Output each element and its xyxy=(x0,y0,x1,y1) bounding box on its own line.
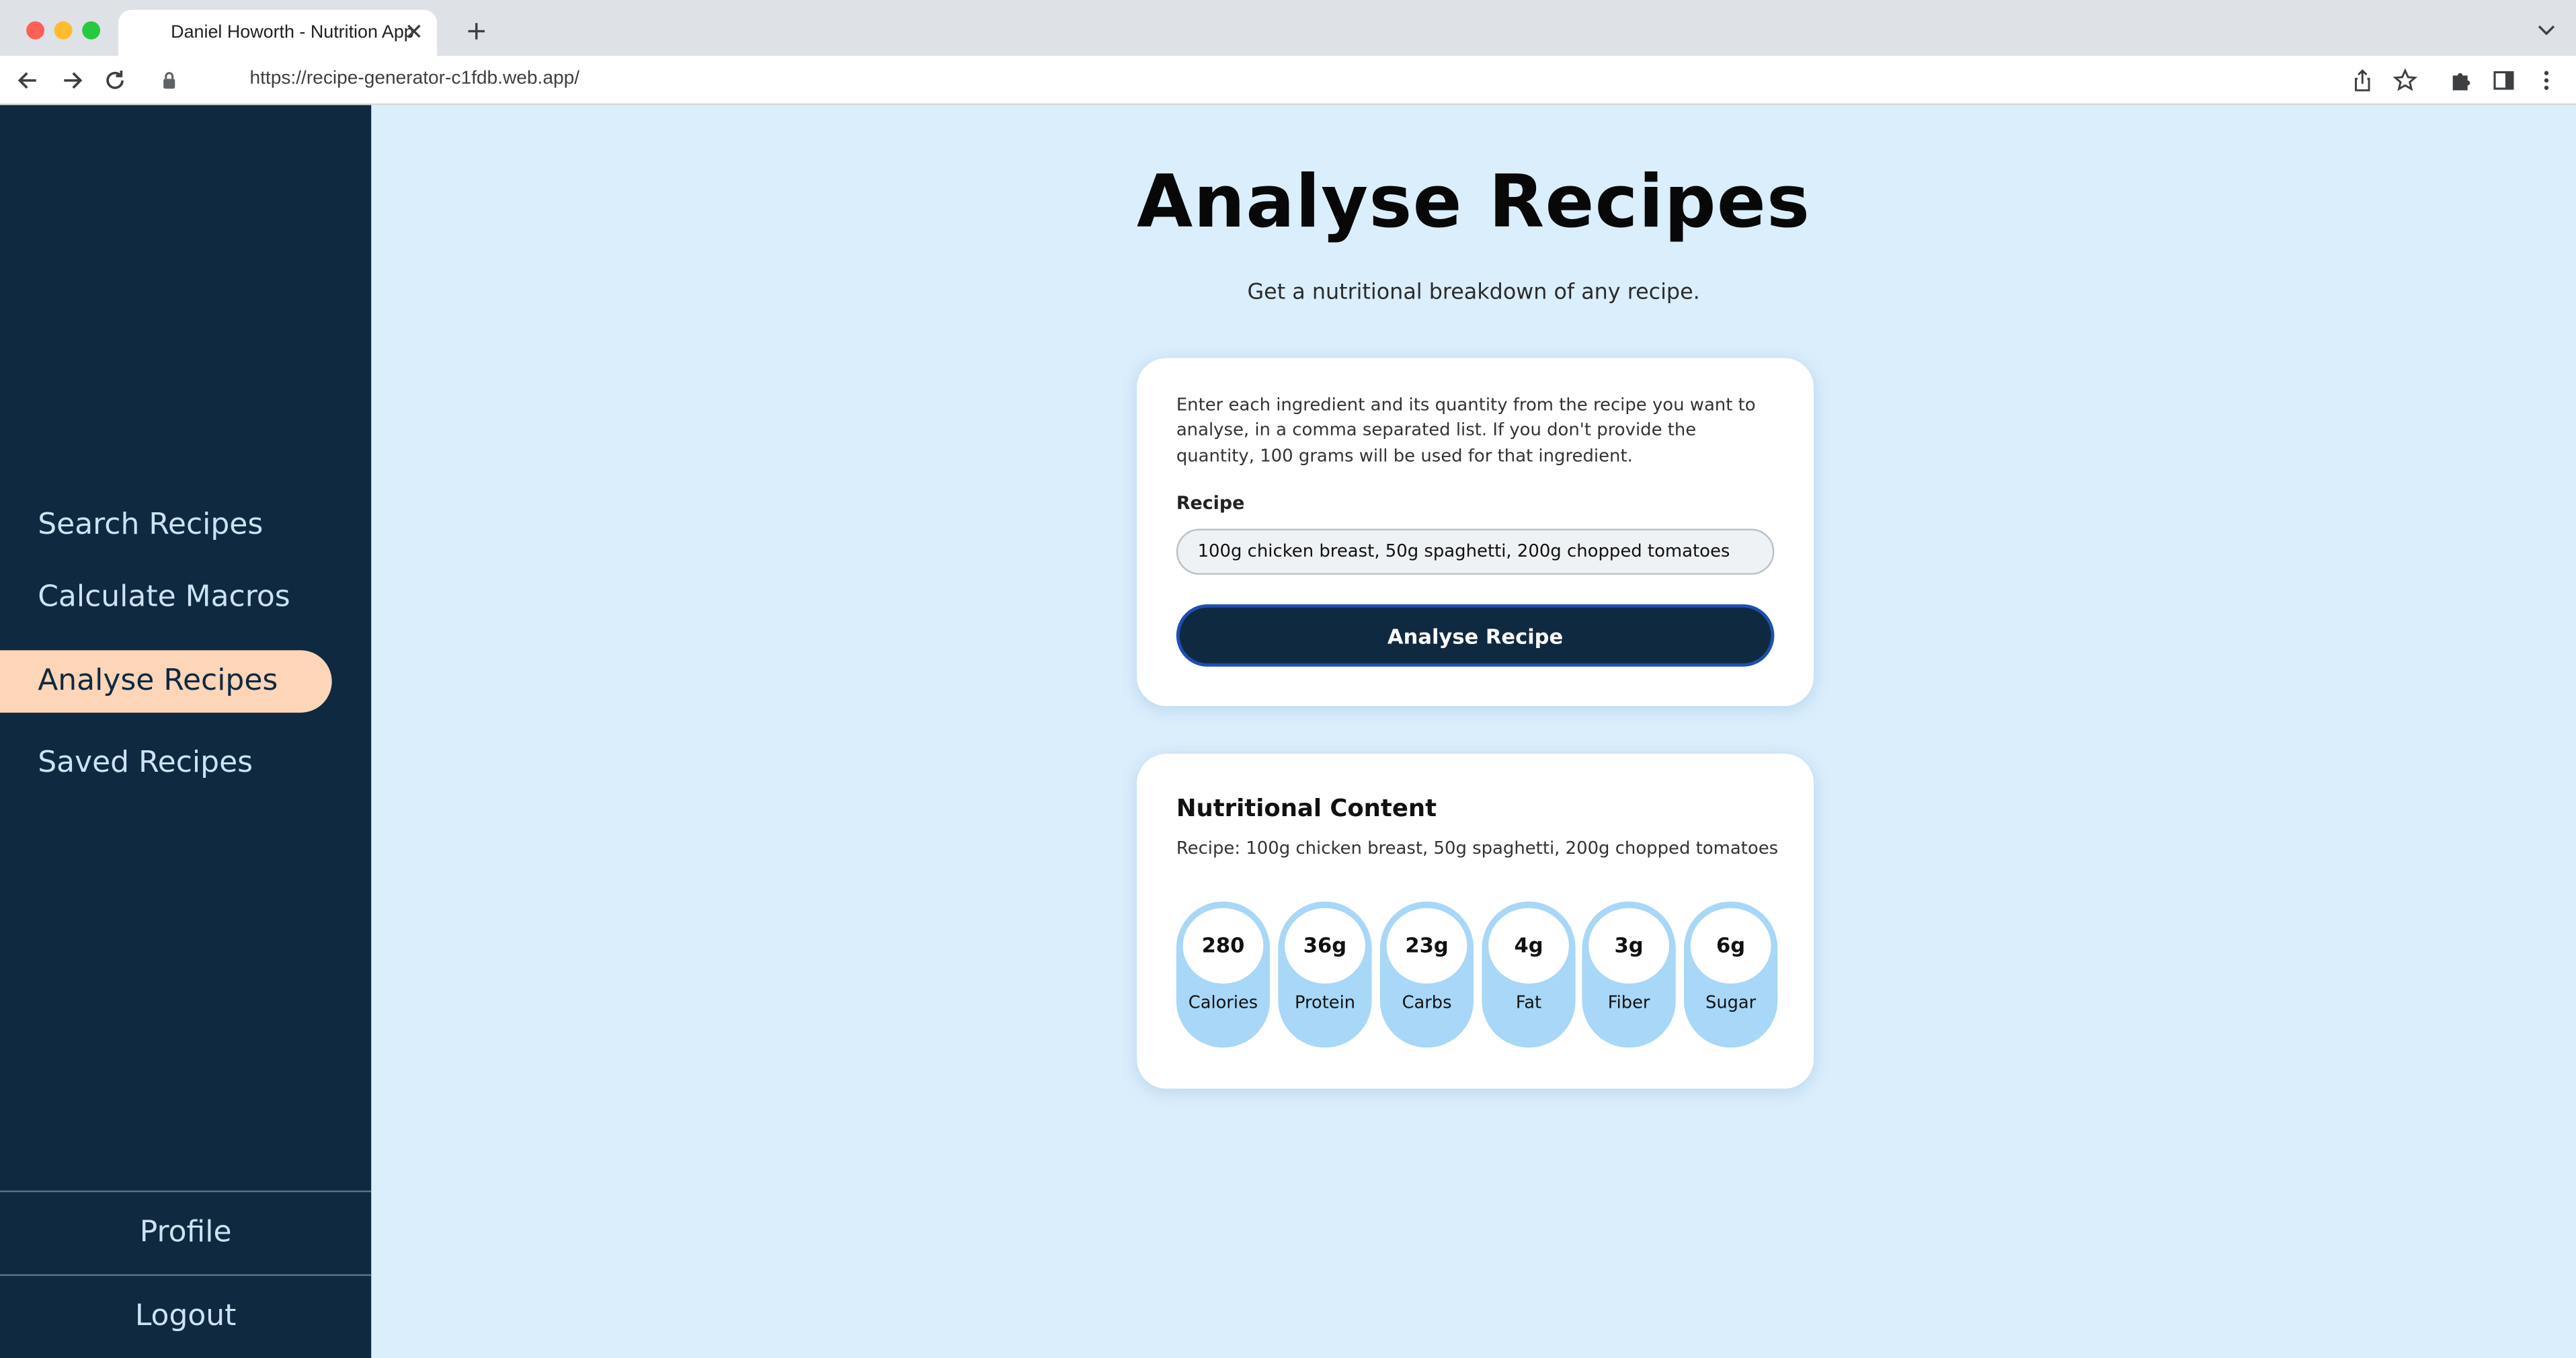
logout-button[interactable]: Logout xyxy=(0,1274,372,1358)
nutrient-protein: 36g Protein xyxy=(1278,901,1372,1048)
nutrient-label: Sugar xyxy=(1705,993,1757,1014)
nutritional-content-card: Nutritional Content Recipe: 100g chicken… xyxy=(1137,754,1814,1089)
nutrient-value: 6g xyxy=(1690,908,1771,984)
sidebar: Search Recipes Calculate Macros Analyse … xyxy=(0,105,372,1358)
sidebar-item-analyse-recipes[interactable]: Analyse Recipes xyxy=(0,650,332,713)
extensions-puzzle-icon[interactable] xyxy=(2448,67,2474,93)
analyse-recipe-button[interactable]: Analyse Recipe xyxy=(1176,604,1775,667)
profile-button[interactable]: Profile xyxy=(0,1190,372,1275)
nutrient-value: 3g xyxy=(1588,908,1669,984)
nutrient-label: Fat xyxy=(1515,993,1542,1014)
recipe-input-card: Enter each ingredient and its quantity f… xyxy=(1137,358,1814,707)
close-window-button[interactable] xyxy=(26,21,44,40)
results-recipe-line: Recipe: 100g chicken breast, 50g spaghet… xyxy=(1176,839,1779,859)
side-panel-icon[interactable] xyxy=(2491,67,2517,93)
page-subtitle: Get a nutritional breakdown of any recip… xyxy=(1247,280,1700,306)
share-icon[interactable] xyxy=(2349,67,2376,93)
reload-icon[interactable] xyxy=(102,67,128,93)
nutrient-label: Protein xyxy=(1295,993,1355,1014)
recipe-label: Recipe xyxy=(1176,492,1245,514)
nutrient-carbs: 23g Carbs xyxy=(1379,901,1474,1048)
chevron-down-icon[interactable] xyxy=(2536,22,2556,38)
minimize-window-button[interactable] xyxy=(54,21,73,40)
browser-toolbar: https://recipe-generator-c1fdb.web.app/ xyxy=(0,56,2576,106)
nutrient-label: Fiber xyxy=(1607,993,1650,1014)
close-icon[interactable] xyxy=(401,18,427,44)
page-title: Analyse Recipes xyxy=(1137,161,1811,245)
browser-tab[interactable]: Daniel Howorth - Nutrition App xyxy=(118,9,438,56)
nutrient-calories: 280 Calories xyxy=(1176,901,1271,1048)
nutrient-value: 280 xyxy=(1182,908,1264,984)
lock-icon xyxy=(163,72,175,89)
nutrient-value: 4g xyxy=(1488,908,1569,984)
bookmark-star-icon[interactable] xyxy=(2392,67,2418,93)
sidebar-item-saved-recipes[interactable]: Saved Recipes xyxy=(0,732,332,795)
nutrient-fat: 4g Fat xyxy=(1482,901,1576,1048)
back-arrow-icon[interactable] xyxy=(15,67,41,93)
nutrient-label: Carbs xyxy=(1402,993,1452,1014)
tab-title: Daniel Howorth - Nutrition App xyxy=(171,23,414,43)
nutrient-label: Calories xyxy=(1188,993,1258,1014)
nutrient-fiber: 3g Fiber xyxy=(1582,901,1676,1048)
url-text: https://recipe-generator-c1fdb.web.app/ xyxy=(249,69,580,89)
app-window: Daniel Howorth - Nutrition App https://r… xyxy=(0,0,2576,1358)
maximize-window-button[interactable] xyxy=(82,21,101,40)
recipe-input[interactable] xyxy=(1176,528,1775,575)
browser-tab-bar: Daniel Howorth - Nutrition App xyxy=(0,0,2576,56)
sidebar-item-search-recipes[interactable]: Search Recipes xyxy=(0,494,332,557)
main-content: Analyse Recipes Get a nutritional breakd… xyxy=(371,105,2576,1358)
nutrient-value: 23g xyxy=(1386,908,1467,984)
new-tab-icon[interactable] xyxy=(463,18,489,44)
nutrient-value: 36g xyxy=(1285,908,1365,984)
results-title: Nutritional Content xyxy=(1176,796,1437,823)
instructions-text: Enter each ingredient and its quantity f… xyxy=(1176,395,1756,466)
kebab-menu-icon[interactable] xyxy=(2533,67,2559,93)
sidebar-item-calculate-macros[interactable]: Calculate Macros xyxy=(0,567,332,629)
address-bar[interactable]: https://recipe-generator-c1fdb.web.app/ xyxy=(145,62,2433,99)
forward-arrow-icon[interactable] xyxy=(59,67,85,93)
nutrient-sugar: 6g Sugar xyxy=(1683,901,1778,1048)
